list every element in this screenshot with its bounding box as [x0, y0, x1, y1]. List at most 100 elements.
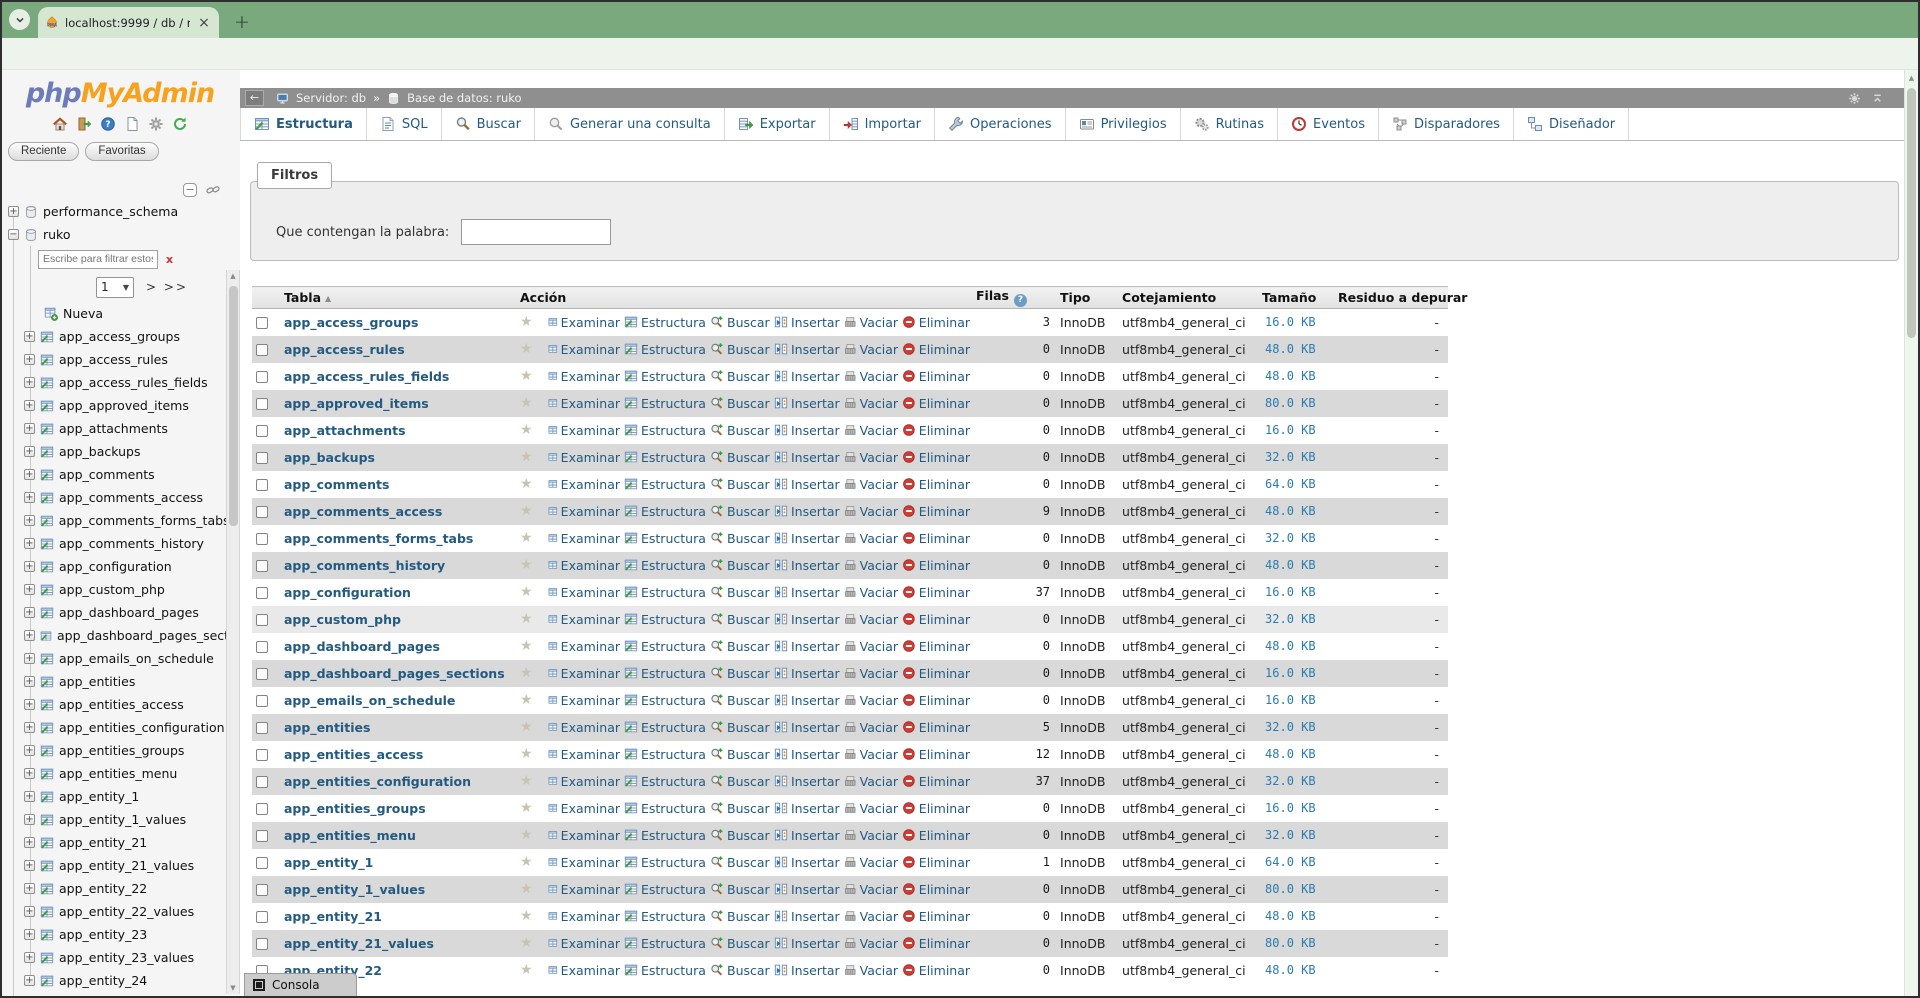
empty-action-link[interactable]: Vaciar: [844, 396, 898, 411]
favorite-star-icon[interactable]: ★: [520, 638, 533, 654]
browse-action-link[interactable]: Examinar: [548, 396, 620, 411]
search-action-link[interactable]: Buscar: [710, 396, 770, 411]
tree-table-label[interactable]: app_dashboard_pages: [59, 605, 199, 620]
expander-icon[interactable]: +: [24, 722, 35, 733]
tree-table-label[interactable]: app_entity_23: [59, 927, 147, 942]
favorite-star-icon[interactable]: ★: [520, 665, 533, 681]
structure-action-link[interactable]: Estructura: [624, 801, 706, 816]
header-tamano[interactable]: Tamaño: [1258, 286, 1335, 309]
row-checkbox[interactable]: [256, 587, 268, 599]
tree-table-label[interactable]: app_entity_21: [59, 835, 147, 850]
row-checkbox[interactable]: [256, 533, 268, 545]
empty-action-link[interactable]: Vaciar: [844, 855, 898, 870]
favorite-star-icon[interactable]: ★: [520, 854, 533, 870]
tree-db-label[interactable]: ruko: [43, 227, 71, 242]
empty-action-link[interactable]: Vaciar: [844, 801, 898, 816]
row-checkbox[interactable]: [256, 722, 268, 734]
row-checkbox[interactable]: [256, 641, 268, 653]
structure-action-link[interactable]: Estructura: [624, 558, 706, 573]
tree-table-label[interactable]: app_entities_configuration: [59, 720, 225, 735]
row-checkbox[interactable]: [256, 317, 268, 330]
structure-action-link[interactable]: Estructura: [624, 666, 706, 681]
structure-action-link[interactable]: Estructura: [624, 774, 706, 789]
browse-action-link[interactable]: Examinar: [548, 423, 620, 438]
drop-action-link[interactable]: Eliminar: [902, 558, 970, 573]
structure-action-link[interactable]: Estructura: [624, 369, 706, 384]
expander-icon[interactable]: +: [24, 676, 35, 687]
favorite-star-icon[interactable]: ★: [520, 368, 533, 384]
browse-action-link[interactable]: Examinar: [548, 936, 620, 951]
row-checkbox[interactable]: [256, 506, 268, 518]
search-action-link[interactable]: Buscar: [710, 909, 770, 924]
expander-icon[interactable]: +: [24, 607, 35, 618]
favorite-star-icon[interactable]: ★: [520, 773, 533, 789]
tree-table-label[interactable]: app_custom_php: [59, 582, 165, 597]
new-tab-button[interactable]: +: [230, 10, 254, 34]
insert-action-link[interactable]: Insertar: [774, 450, 840, 465]
search-action-link[interactable]: Buscar: [710, 477, 770, 492]
insert-action-link[interactable]: Insertar: [774, 342, 840, 357]
tab-operaciones[interactable]: Operaciones: [935, 108, 1066, 140]
structure-action-link[interactable]: Estructura: [624, 639, 706, 654]
header-tipo[interactable]: Tipo: [1056, 286, 1119, 309]
row-checkbox[interactable]: [256, 803, 268, 815]
favorite-star-icon[interactable]: ★: [520, 557, 533, 573]
expander-icon[interactable]: +: [24, 883, 35, 894]
row-checkbox[interactable]: [256, 884, 268, 896]
expander-icon[interactable]: +: [24, 515, 35, 526]
browse-action-link[interactable]: Examinar: [548, 612, 620, 627]
empty-action-link[interactable]: Vaciar: [844, 558, 898, 573]
favorite-star-icon[interactable]: ★: [520, 746, 533, 762]
browse-action-link[interactable]: Examinar: [548, 801, 620, 816]
search-action-link[interactable]: Buscar: [710, 963, 770, 978]
table-name-link[interactable]: app_comments: [284, 477, 389, 492]
browse-action-link[interactable]: Examinar: [548, 369, 620, 384]
tab-estructura[interactable]: Estructura: [240, 108, 367, 140]
favorite-star-icon[interactable]: ★: [520, 611, 533, 627]
empty-action-link[interactable]: Vaciar: [844, 774, 898, 789]
header-tabla[interactable]: Tabla ▲: [280, 286, 516, 309]
search-action-link[interactable]: Buscar: [710, 882, 770, 897]
browse-action-link[interactable]: Examinar: [548, 531, 620, 546]
expander-icon[interactable]: +: [24, 860, 35, 871]
search-action-link[interactable]: Buscar: [710, 747, 770, 762]
drop-action-link[interactable]: Eliminar: [902, 423, 970, 438]
expander-icon[interactable]: +: [24, 699, 35, 710]
browser-tab[interactable]: localhost:9999 / db / ruko | p ×: [38, 7, 219, 38]
browse-action-link[interactable]: Examinar: [548, 639, 620, 654]
favorite-star-icon[interactable]: ★: [520, 692, 533, 708]
drop-action-link[interactable]: Eliminar: [902, 342, 970, 357]
favorite-star-icon[interactable]: ★: [520, 935, 533, 951]
drop-action-link[interactable]: Eliminar: [902, 720, 970, 735]
scroll-up-icon[interactable]: ▲: [227, 272, 239, 280]
recent-button[interactable]: Reciente: [8, 142, 80, 161]
tab-privilegios[interactable]: Privilegios: [1066, 108, 1181, 140]
drop-action-link[interactable]: Eliminar: [902, 666, 970, 681]
tree-table-app_entities_access[interactable]: + app_entities_access: [0, 693, 226, 716]
table-name-link[interactable]: app_comments_access: [284, 504, 442, 519]
table-name-link[interactable]: app_attachments: [284, 423, 406, 438]
structure-action-link[interactable]: Estructura: [624, 504, 706, 519]
favorite-star-icon[interactable]: ★: [520, 449, 533, 465]
table-name-link[interactable]: app_dashboard_pages_sections: [284, 666, 505, 681]
empty-action-link[interactable]: Vaciar: [844, 423, 898, 438]
expander-icon[interactable]: +: [24, 561, 35, 572]
collapse-all-icon[interactable]: −: [183, 183, 197, 197]
table-name-link[interactable]: app_emails_on_schedule: [284, 693, 455, 708]
table-name-link[interactable]: app_backups: [284, 450, 375, 465]
expander-icon[interactable]: +: [24, 791, 35, 802]
table-name-link[interactable]: app_entity_1: [284, 855, 373, 870]
console-bar[interactable]: Consola: [244, 973, 357, 996]
browse-action-link[interactable]: Examinar: [548, 855, 620, 870]
expander-icon[interactable]: +: [24, 975, 35, 986]
tree-table-app_entity_21_values[interactable]: + app_entity_21_values: [0, 854, 226, 877]
tree-table-app_entities_groups[interactable]: + app_entities_groups: [0, 739, 226, 762]
tab-sql[interactable]: SQL: [367, 108, 442, 140]
header-residuo[interactable]: Residuo a depurar: [1334, 286, 1467, 309]
empty-action-link[interactable]: Vaciar: [844, 504, 898, 519]
sidebar-scroll-thumb[interactable]: [228, 286, 238, 526]
filter-word-input[interactable]: [461, 219, 612, 245]
empty-action-link[interactable]: Vaciar: [844, 963, 898, 978]
browse-action-link[interactable]: Examinar: [548, 558, 620, 573]
structure-action-link[interactable]: Estructura: [624, 747, 706, 762]
